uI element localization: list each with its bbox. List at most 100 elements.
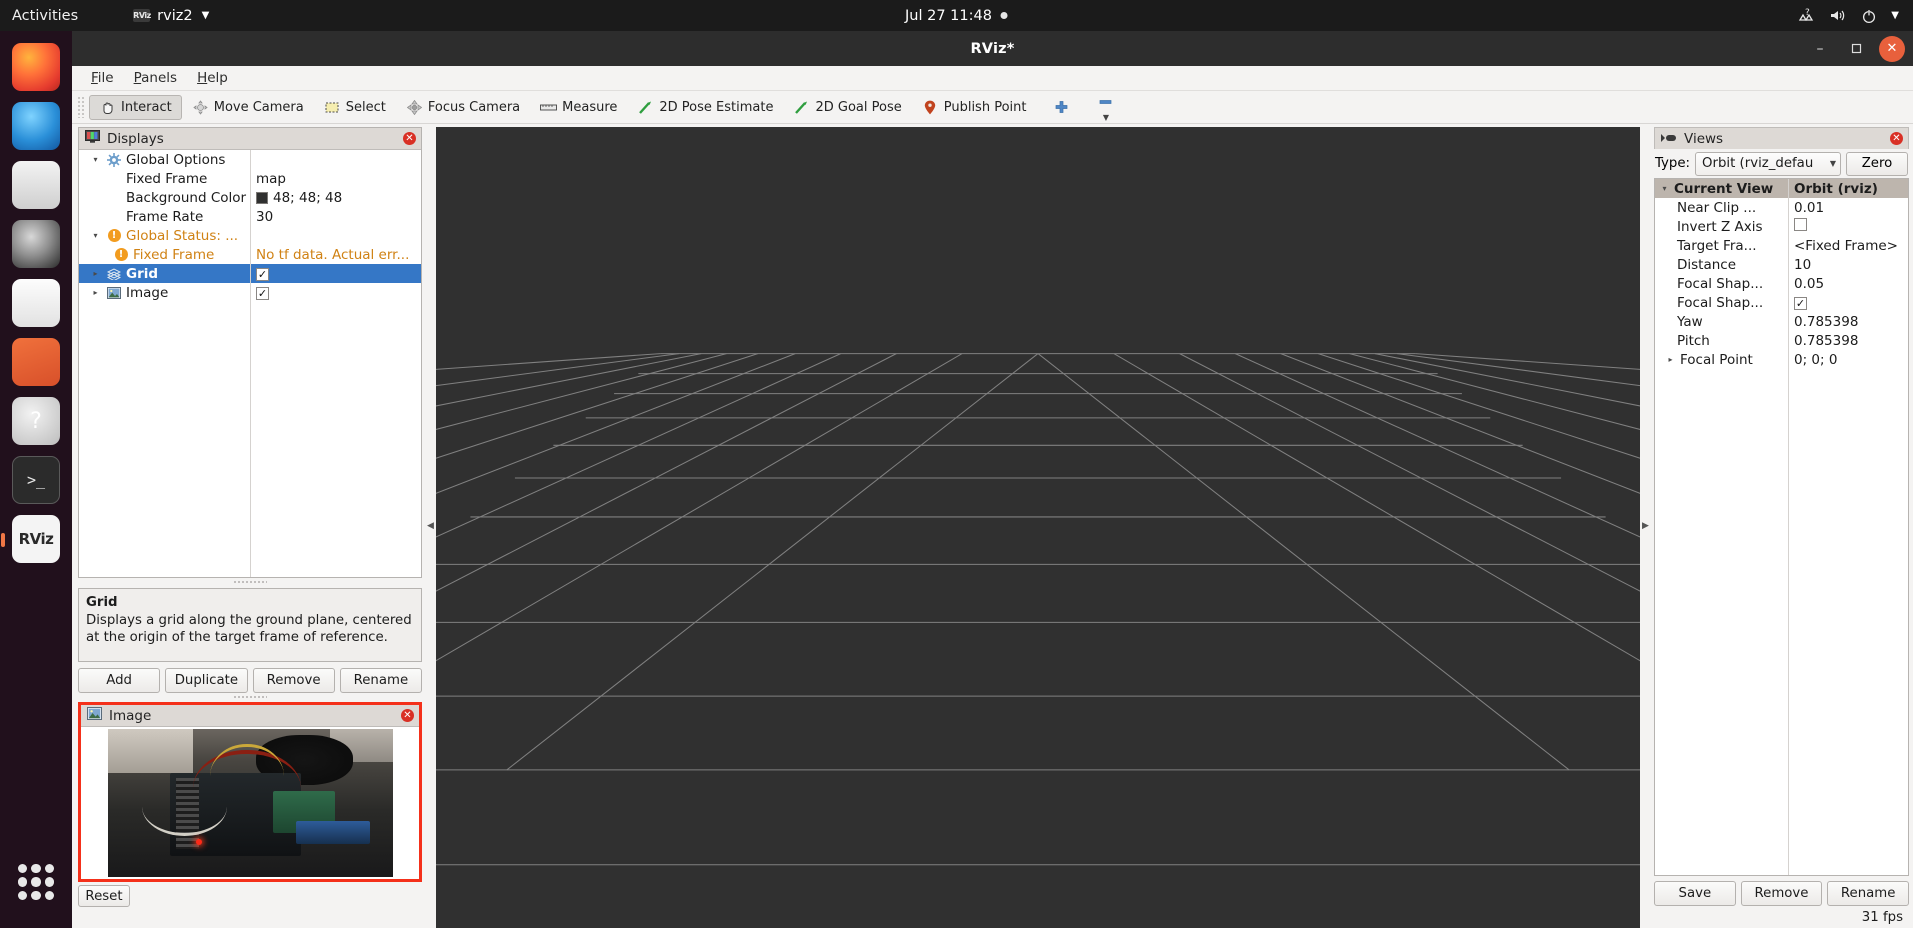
tree-value[interactable]: 48; 48; 48 [250, 190, 421, 206]
expander-icon[interactable] [89, 155, 102, 164]
view-row-yaw[interactable]: Yaw 0.785398 [1655, 312, 1908, 331]
tool-focus-camera[interactable]: Focus Camera [396, 95, 530, 120]
add-display-button[interactable]: Add [78, 668, 161, 693]
tree-value[interactable]: ✓ [250, 266, 421, 282]
render-viewport[interactable] [436, 127, 1640, 928]
tool-measure[interactable]: Measure [530, 95, 627, 120]
minimize-button[interactable]: – [1807, 36, 1833, 62]
tool-2d-pose-estimate[interactable]: 2D Pose Estimate [627, 95, 783, 120]
view-row-invert-z-axis[interactable]: Invert Z Axis [1655, 217, 1908, 236]
zero-button[interactable]: Zero [1846, 151, 1908, 176]
image-enable-checkbox[interactable]: ✓ [256, 286, 269, 300]
show-applications-button[interactable] [12, 858, 60, 906]
focal-shape-fixed-checkbox[interactable]: ✓ [1794, 296, 1807, 310]
view-prop-value[interactable]: 0.05 [1788, 276, 1908, 292]
view-prop-value[interactable]: 0.785398 [1788, 333, 1908, 349]
view-prop-value[interactable]: 0.01 [1788, 200, 1908, 216]
view-row-pitch[interactable]: Pitch 0.785398 [1655, 331, 1908, 350]
dock-item-rhythmbox[interactable] [12, 220, 60, 268]
dock-item-terminal[interactable]: >_ [12, 456, 60, 504]
left-panel-collapse-handle[interactable]: ◀ [425, 124, 436, 928]
view-row-focal-point[interactable]: Focal Point 0; 0; 0 [1655, 350, 1908, 369]
view-prop-label: Invert Z Axis [1677, 218, 1763, 235]
remove-display-button[interactable]: Remove [252, 668, 335, 693]
tool-select[interactable]: Select [314, 95, 396, 120]
tree-label: Global Status: ... [126, 227, 239, 244]
image-panel-splitter[interactable] [78, 693, 422, 700]
type-label: Type: [1655, 156, 1691, 171]
add-tool-button[interactable] [1043, 95, 1080, 120]
remove-view-button[interactable]: Remove [1740, 881, 1823, 906]
focus-camera-icon [406, 99, 423, 115]
views-tree[interactable]: Current View Orbit (rviz) Near Clip ... … [1654, 178, 1909, 876]
dock-item-writer[interactable] [12, 279, 60, 327]
view-prop-value[interactable]: 0; 0; 0 [1788, 352, 1908, 368]
expander-icon[interactable] [89, 231, 102, 240]
view-prop-value[interactable]: <Fixed Frame> [1788, 238, 1908, 254]
dock-item-software[interactable] [12, 338, 60, 386]
description-text: Displays a grid along the ground plane, … [86, 612, 412, 646]
tool-label: 2D Pose Estimate [659, 99, 774, 115]
tool-move-camera[interactable]: Move Camera [182, 95, 314, 120]
view-prop-label: Focal Shap... [1677, 294, 1764, 311]
tree-value[interactable]: map [250, 171, 421, 187]
displays-tree[interactable]: Global Options Fixed Frame map [79, 150, 421, 577]
dock-item-help[interactable]: ? [12, 397, 60, 445]
close-icon[interactable]: ✕ [401, 709, 414, 722]
tree-label: Global Options [126, 151, 226, 168]
tool-publish-point[interactable]: Publish Point [912, 95, 1037, 120]
save-view-button[interactable]: Save [1654, 881, 1736, 906]
menu-help[interactable]: Help [188, 68, 237, 88]
tree-value[interactable]: 30 [250, 209, 421, 225]
dock-item-thunderbird[interactable] [12, 102, 60, 150]
grid-enable-checkbox[interactable]: ✓ [256, 267, 269, 281]
tool-label: Publish Point [943, 99, 1027, 115]
menu-panels[interactable]: Panels [125, 68, 186, 88]
expander-icon[interactable] [89, 269, 102, 278]
image-panel-body [81, 727, 419, 879]
desktop: Activities RViz rviz2 ▼ Jul 27 11:48 ? ▼… [0, 0, 1913, 928]
expander-icon[interactable] [1664, 355, 1677, 364]
rename-display-button[interactable]: Rename [339, 668, 422, 693]
right-panel-collapse-handle[interactable]: ▶ [1640, 124, 1651, 928]
tool-2d-goal-pose[interactable]: 2D Goal Pose [783, 95, 911, 120]
expander-icon[interactable] [89, 288, 102, 297]
view-prop-value[interactable] [1788, 218, 1908, 235]
view-row-near-clip[interactable]: Near Clip ... 0.01 [1655, 198, 1908, 217]
dock-item-files[interactable] [12, 161, 60, 209]
status-bar: 31 fps [1654, 906, 1909, 928]
view-prop-value[interactable]: 0.785398 [1788, 314, 1908, 330]
view-row-focal-shape-size[interactable]: Focal Shap... 0.05 [1655, 274, 1908, 293]
tree-label: Fixed Frame [133, 246, 215, 263]
active-app-menu[interactable]: RViz rviz2 ▼ [133, 8, 209, 24]
view-prop-value[interactable]: 10 [1788, 257, 1908, 273]
dock-item-firefox[interactable] [12, 43, 60, 91]
activities-button[interactable]: Activities [12, 8, 78, 24]
invert-z-axis-checkbox[interactable] [1794, 218, 1807, 231]
system-status-menu[interactable]: ? ▼ [1797, 8, 1899, 24]
view-type-select[interactable]: Orbit (rviz_defau ▼ [1695, 151, 1841, 176]
close-icon[interactable]: ✕ [403, 132, 416, 145]
views-icon [1661, 131, 1677, 147]
tool-interact[interactable]: Interact [89, 94, 182, 120]
panel-splitter[interactable] [78, 578, 422, 585]
expander-icon[interactable] [1658, 184, 1671, 193]
views-tree-header[interactable]: Current View Orbit (rviz) [1655, 179, 1908, 198]
reset-button[interactable]: Reset [78, 885, 130, 907]
maximize-button[interactable] [1843, 36, 1869, 62]
rename-view-button[interactable]: Rename [1827, 881, 1910, 906]
view-row-distance[interactable]: Distance 10 [1655, 255, 1908, 274]
toolbar-drag-handle[interactable] [77, 96, 86, 118]
view-prop-value[interactable]: ✓ [1788, 295, 1908, 311]
close-button[interactable]: ✕ [1879, 35, 1905, 62]
duplicate-display-button[interactable]: Duplicate [165, 668, 248, 693]
remove-tool-button[interactable]: ▼ [1087, 90, 1124, 125]
tree-value[interactable]: ✓ [250, 285, 421, 301]
view-row-focal-shape-fixed[interactable]: Focal Shap... ✓ [1655, 293, 1908, 312]
menu-file[interactable]: File [82, 68, 123, 88]
view-row-target-frame[interactable]: Target Fra... <Fixed Frame> [1655, 236, 1908, 255]
close-icon[interactable]: ✕ [1890, 132, 1903, 145]
image-icon [106, 286, 122, 300]
dock-item-rviz[interactable]: RViz [1, 515, 60, 563]
clock-menu[interactable]: Jul 27 11:48 [905, 8, 1008, 24]
